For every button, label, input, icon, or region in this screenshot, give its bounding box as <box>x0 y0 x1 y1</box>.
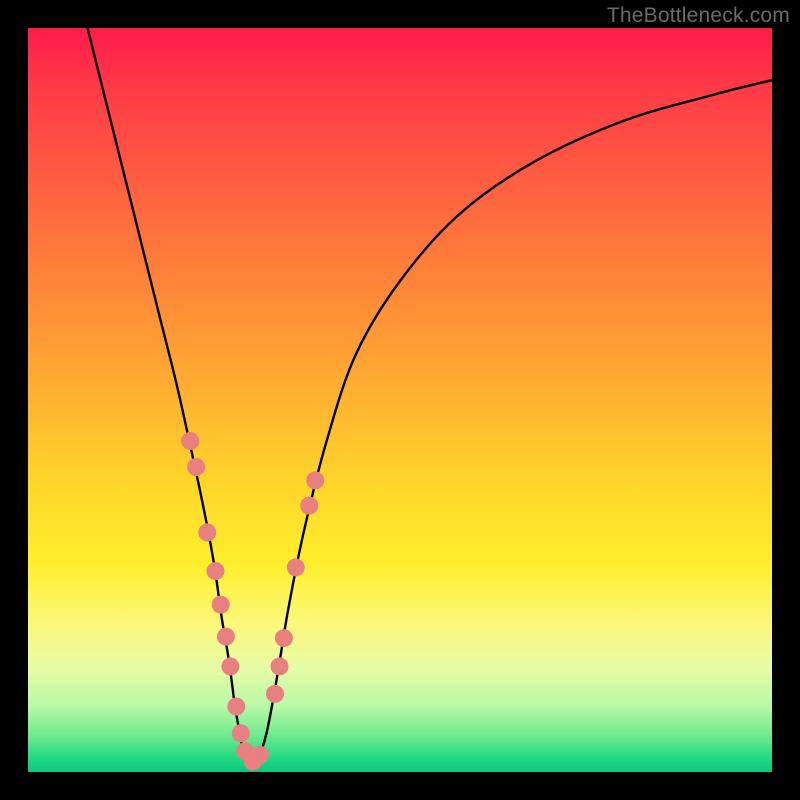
data-marker <box>300 497 318 515</box>
data-marker <box>306 471 324 489</box>
data-marker <box>212 596 230 614</box>
bottleneck-plot <box>28 28 772 772</box>
data-marker <box>275 629 293 647</box>
watermark-text: TheBottleneck.com <box>607 4 790 28</box>
chart-area <box>28 28 772 772</box>
bottleneck-curve <box>88 28 773 765</box>
data-marker <box>266 685 284 703</box>
data-marker <box>217 628 235 646</box>
data-marker <box>181 432 199 450</box>
data-marker <box>221 657 239 675</box>
data-marker <box>287 558 305 576</box>
data-marker <box>207 562 225 580</box>
data-marker <box>232 724 250 742</box>
data-marker <box>227 698 245 716</box>
data-markers <box>181 432 324 771</box>
data-marker <box>187 458 205 476</box>
data-marker <box>251 746 269 764</box>
data-marker <box>198 523 216 541</box>
data-marker <box>271 657 289 675</box>
